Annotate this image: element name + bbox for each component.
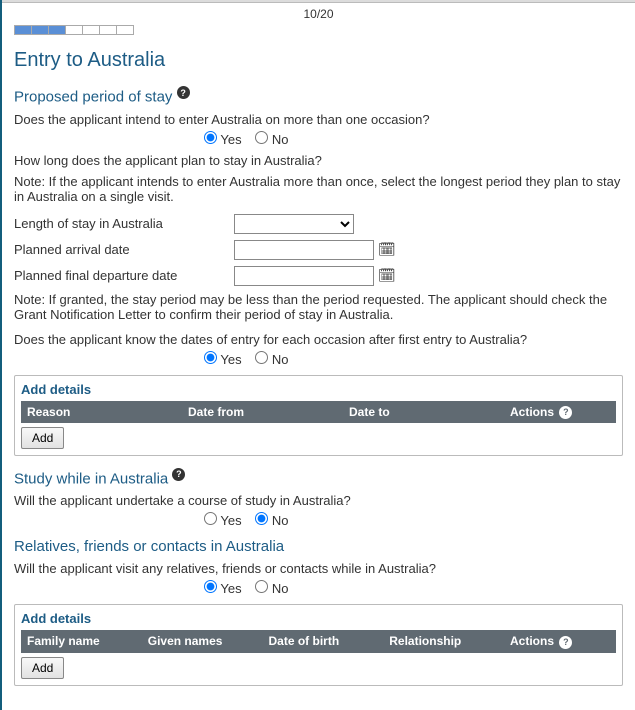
length-select[interactable] (234, 214, 354, 234)
calendar-icon[interactable]: 🗓 (378, 241, 396, 258)
col-actions: Actions ? (510, 405, 610, 419)
length-label: Length of stay in Australia (14, 216, 234, 231)
radio-dates-no[interactable]: No (255, 352, 288, 367)
add-entry-button[interactable]: Add (21, 427, 64, 449)
help-icon[interactable]: ? (177, 86, 190, 99)
field-departure-date: Planned final departure date 🗓 (14, 266, 623, 286)
arrival-date-input[interactable] (234, 240, 374, 260)
question-contacts: Will the applicant visit any relatives, … (14, 561, 623, 576)
note-grant-letter: Note: If granted, the stay period may be… (14, 292, 623, 322)
radio-multiple-no[interactable]: No (255, 132, 288, 147)
entries-table-header: Reason Date from Date to Actions ? (21, 401, 616, 423)
col-date-to: Date to (349, 405, 510, 419)
contacts-details-title: Add details (21, 611, 616, 626)
question-dates-known: Does the applicant know the dates of ent… (14, 332, 623, 347)
question-multiple-entry: Does the applicant intend to enter Austr… (14, 112, 623, 127)
radio-multiple-yes[interactable]: Yes (204, 132, 242, 147)
radio-study-no[interactable]: No (255, 513, 288, 528)
section-contacts-title: Relatives, friends or contacts in Austra… (14, 538, 623, 555)
help-icon[interactable]: ? (559, 636, 572, 649)
entries-details-box: Add details Reason Date from Date to Act… (14, 375, 623, 456)
col-given-names: Given names (148, 634, 269, 648)
help-icon[interactable]: ? (559, 406, 572, 419)
radio-study: Yes No (14, 512, 623, 528)
col-family-name: Family name (27, 634, 148, 648)
departure-date-input[interactable] (234, 266, 374, 286)
section-period-title: Proposed period of stay ? (14, 86, 623, 106)
contacts-details-box: Add details Family name Given names Date… (14, 604, 623, 685)
question-how-long: How long does the applicant plan to stay… (14, 153, 623, 168)
radio-contacts-no[interactable]: No (255, 581, 288, 596)
radio-dates-yes[interactable]: Yes (204, 352, 242, 367)
step-counter: 10/20 (14, 7, 623, 21)
col-actions: Actions ? (510, 634, 610, 648)
page-title: Entry to Australia (14, 49, 623, 72)
radio-dates-known: Yes No (14, 351, 623, 367)
add-contact-button[interactable]: Add (21, 657, 64, 679)
question-study: Will the applicant undertake a course of… (14, 493, 623, 508)
radio-study-yes[interactable]: Yes (204, 513, 242, 528)
top-divider (2, 0, 635, 3)
radio-contacts-yes[interactable]: Yes (204, 581, 242, 596)
radio-contacts: Yes No (14, 580, 623, 596)
note-longest-period: Note: If the applicant intends to enter … (14, 174, 623, 204)
field-arrival-date: Planned arrival date 🗓 (14, 240, 623, 260)
col-reason: Reason (27, 405, 188, 419)
arrival-label: Planned arrival date (14, 242, 234, 257)
help-icon[interactable]: ? (172, 468, 185, 481)
col-date-from: Date from (188, 405, 349, 419)
radio-multiple-entry: Yes No (14, 131, 623, 147)
col-dob: Date of birth (269, 634, 390, 648)
section-study-title: Study while in Australia ? (14, 468, 623, 488)
calendar-icon[interactable]: 🗓 (378, 267, 396, 284)
contacts-table-header: Family name Given names Date of birth Re… (21, 630, 616, 652)
section-study-label: Study while in Australia (14, 470, 168, 487)
section-period-label: Proposed period of stay (14, 89, 172, 106)
col-relationship: Relationship (389, 634, 510, 648)
entries-details-title: Add details (21, 382, 616, 397)
progress-bar (14, 25, 134, 35)
departure-label: Planned final departure date (14, 268, 234, 283)
field-length-of-stay: Length of stay in Australia (14, 214, 623, 234)
